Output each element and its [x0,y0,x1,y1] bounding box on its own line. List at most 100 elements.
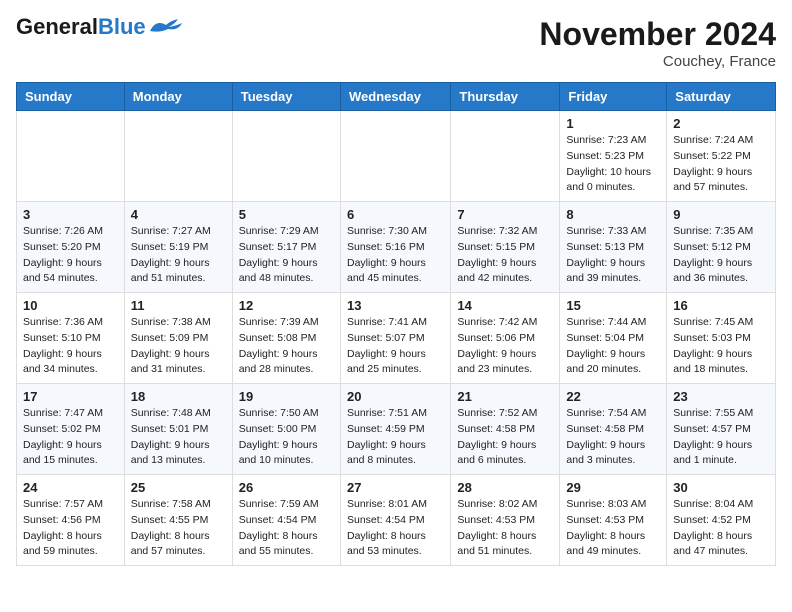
calendar-cell: 7 Sunrise: 7:32 AMSunset: 5:15 PMDaylight… [451,202,560,293]
calendar-cell: 15 Sunrise: 7:44 AMSunset: 5:04 PMDayligh… [560,293,667,384]
calendar-cell: 23Sunrise: 7:55 AMSunset: 4:57 PMDayligh… [667,384,776,475]
calendar-cell: 30 Sunrise: 8:04 AMSunset: 4:52 PMDayligh… [667,475,776,566]
col-header-friday: Friday [560,83,667,111]
day-info: Sunrise: 7:44 AMSunset: 5:04 PMDaylight:… [566,315,660,378]
day-number: 9 [673,207,769,222]
month-title: November 2024 [539,16,776,53]
calendar-cell: 14 Sunrise: 7:42 AMSunset: 5:06 PMDayligh… [451,293,560,384]
day-info: Sunrise: 7:57 AMSunset: 4:56 PMDaylight:… [23,497,118,560]
calendar-cell: 22Sunrise: 7:54 AMSunset: 4:58 PMDayligh… [560,384,667,475]
day-number: 10 [23,298,118,313]
day-number: 25 [131,480,226,495]
calendar-cell: 8 Sunrise: 7:33 AMSunset: 5:13 PMDaylight… [560,202,667,293]
col-header-thursday: Thursday [451,83,560,111]
calendar-cell: 26 Sunrise: 7:59 AMSunset: 4:54 PMDayligh… [232,475,340,566]
day-info: Sunrise: 7:39 AMSunset: 5:08 PMDaylight:… [239,315,334,378]
day-number: 4 [131,207,226,222]
day-number: 20 [347,389,444,404]
day-info: Sunrise: 7:51 AMSunset: 4:59 PMDaylight:… [347,406,444,469]
day-info: Sunrise: 8:03 AMSunset: 4:53 PMDaylight:… [566,497,660,560]
calendar-cell: 5 Sunrise: 7:29 AMSunset: 5:17 PMDaylight… [232,202,340,293]
calendar-cell: 12Sunrise: 7:39 AMSunset: 5:08 PMDayligh… [232,293,340,384]
calendar-cell: 24 Sunrise: 7:57 AMSunset: 4:56 PMDayligh… [17,475,125,566]
calendar-cell: 1Sunrise: 7:23 AMSunset: 5:23 PMDaylight… [560,111,667,202]
calendar-cell: 16 Sunrise: 7:45 AMSunset: 5:03 PMDayligh… [667,293,776,384]
day-number: 3 [23,207,118,222]
day-number: 29 [566,480,660,495]
day-number: 26 [239,480,334,495]
col-header-tuesday: Tuesday [232,83,340,111]
day-info: Sunrise: 7:50 AMSunset: 5:00 PMDaylight:… [239,406,334,469]
day-info: Sunrise: 7:33 AMSunset: 5:13 PMDaylight:… [566,224,660,287]
page-header: GeneralBlue November 2024 Couchey, Franc… [16,16,776,70]
day-info: Sunrise: 7:23 AMSunset: 5:23 PMDaylight:… [566,133,660,196]
day-number: 8 [566,207,660,222]
day-number: 28 [457,480,553,495]
calendar-week-1: 1Sunrise: 7:23 AMSunset: 5:23 PMDaylight… [17,111,776,202]
calendar-cell: 4 Sunrise: 7:27 AMSunset: 5:19 PMDaylight… [124,202,232,293]
day-number: 14 [457,298,553,313]
day-info: Sunrise: 7:32 AMSunset: 5:15 PMDaylight:… [457,224,553,287]
day-number: 7 [457,207,553,222]
calendar-cell: 9Sunrise: 7:35 AMSunset: 5:12 PMDaylight… [667,202,776,293]
calendar-cell [124,111,232,202]
day-info: Sunrise: 7:27 AMSunset: 5:19 PMDaylight:… [131,224,226,287]
day-info: Sunrise: 7:54 AMSunset: 4:58 PMDaylight:… [566,406,660,469]
calendar-cell: 6 Sunrise: 7:30 AMSunset: 5:16 PMDaylight… [340,202,450,293]
day-info: Sunrise: 7:29 AMSunset: 5:17 PMDaylight:… [239,224,334,287]
col-header-wednesday: Wednesday [340,83,450,111]
calendar-cell: 17 Sunrise: 7:47 AMSunset: 5:02 PMDayligh… [17,384,125,475]
day-number: 18 [131,389,226,404]
day-info: Sunrise: 7:36 AMSunset: 5:10 PMDaylight:… [23,315,118,378]
day-number: 13 [347,298,444,313]
calendar-week-4: 17 Sunrise: 7:47 AMSunset: 5:02 PMDayligh… [17,384,776,475]
calendar-week-2: 3 Sunrise: 7:26 AMSunset: 5:20 PMDaylight… [17,202,776,293]
calendar-cell: 20 Sunrise: 7:51 AMSunset: 4:59 PMDayligh… [340,384,450,475]
day-number: 2 [673,116,769,131]
logo-text: GeneralBlue [16,16,146,38]
logo: GeneralBlue [16,16,184,38]
day-number: 24 [23,480,118,495]
day-info: Sunrise: 7:47 AMSunset: 5:02 PMDaylight:… [23,406,118,469]
day-info: Sunrise: 7:38 AMSunset: 5:09 PMDaylight:… [131,315,226,378]
day-number: 11 [131,298,226,313]
day-number: 17 [23,389,118,404]
day-info: Sunrise: 7:42 AMSunset: 5:06 PMDaylight:… [457,315,553,378]
day-number: 27 [347,480,444,495]
day-number: 15 [566,298,660,313]
location-subtitle: Couchey, France [539,53,776,70]
title-block: November 2024 Couchey, France [539,16,776,70]
day-info: Sunrise: 7:48 AMSunset: 5:01 PMDaylight:… [131,406,226,469]
day-info: Sunrise: 7:24 AMSunset: 5:22 PMDaylight:… [673,133,769,196]
calendar-cell: 21 Sunrise: 7:52 AMSunset: 4:58 PMDayligh… [451,384,560,475]
calendar-cell: 19 Sunrise: 7:50 AMSunset: 5:00 PMDayligh… [232,384,340,475]
calendar-table: SundayMondayTuesdayWednesdayThursdayFrid… [16,82,776,566]
day-info: Sunrise: 8:02 AMSunset: 4:53 PMDaylight:… [457,497,553,560]
col-header-sunday: Sunday [17,83,125,111]
calendar-cell [17,111,125,202]
day-info: Sunrise: 8:01 AMSunset: 4:54 PMDaylight:… [347,497,444,560]
day-number: 21 [457,389,553,404]
col-header-monday: Monday [124,83,232,111]
day-number: 30 [673,480,769,495]
day-info: Sunrise: 7:26 AMSunset: 5:20 PMDaylight:… [23,224,118,287]
day-number: 19 [239,389,334,404]
calendar-cell: 2 Sunrise: 7:24 AMSunset: 5:22 PMDaylight… [667,111,776,202]
calendar-cell: 25 Sunrise: 7:58 AMSunset: 4:55 PMDayligh… [124,475,232,566]
day-info: Sunrise: 7:30 AMSunset: 5:16 PMDaylight:… [347,224,444,287]
calendar-cell [340,111,450,202]
day-number: 6 [347,207,444,222]
day-info: Sunrise: 8:04 AMSunset: 4:52 PMDaylight:… [673,497,769,560]
calendar-header-row: SundayMondayTuesdayWednesdayThursdayFrid… [17,83,776,111]
day-info: Sunrise: 7:59 AMSunset: 4:54 PMDaylight:… [239,497,334,560]
logo-bird-icon [148,17,184,37]
calendar-cell: 27 Sunrise: 8:01 AMSunset: 4:54 PMDayligh… [340,475,450,566]
day-number: 5 [239,207,334,222]
day-info: Sunrise: 7:58 AMSunset: 4:55 PMDaylight:… [131,497,226,560]
day-info: Sunrise: 7:41 AMSunset: 5:07 PMDaylight:… [347,315,444,378]
day-info: Sunrise: 7:52 AMSunset: 4:58 PMDaylight:… [457,406,553,469]
day-info: Sunrise: 7:45 AMSunset: 5:03 PMDaylight:… [673,315,769,378]
day-number: 16 [673,298,769,313]
calendar-cell: 18 Sunrise: 7:48 AMSunset: 5:01 PMDayligh… [124,384,232,475]
calendar-week-5: 24 Sunrise: 7:57 AMSunset: 4:56 PMDayligh… [17,475,776,566]
